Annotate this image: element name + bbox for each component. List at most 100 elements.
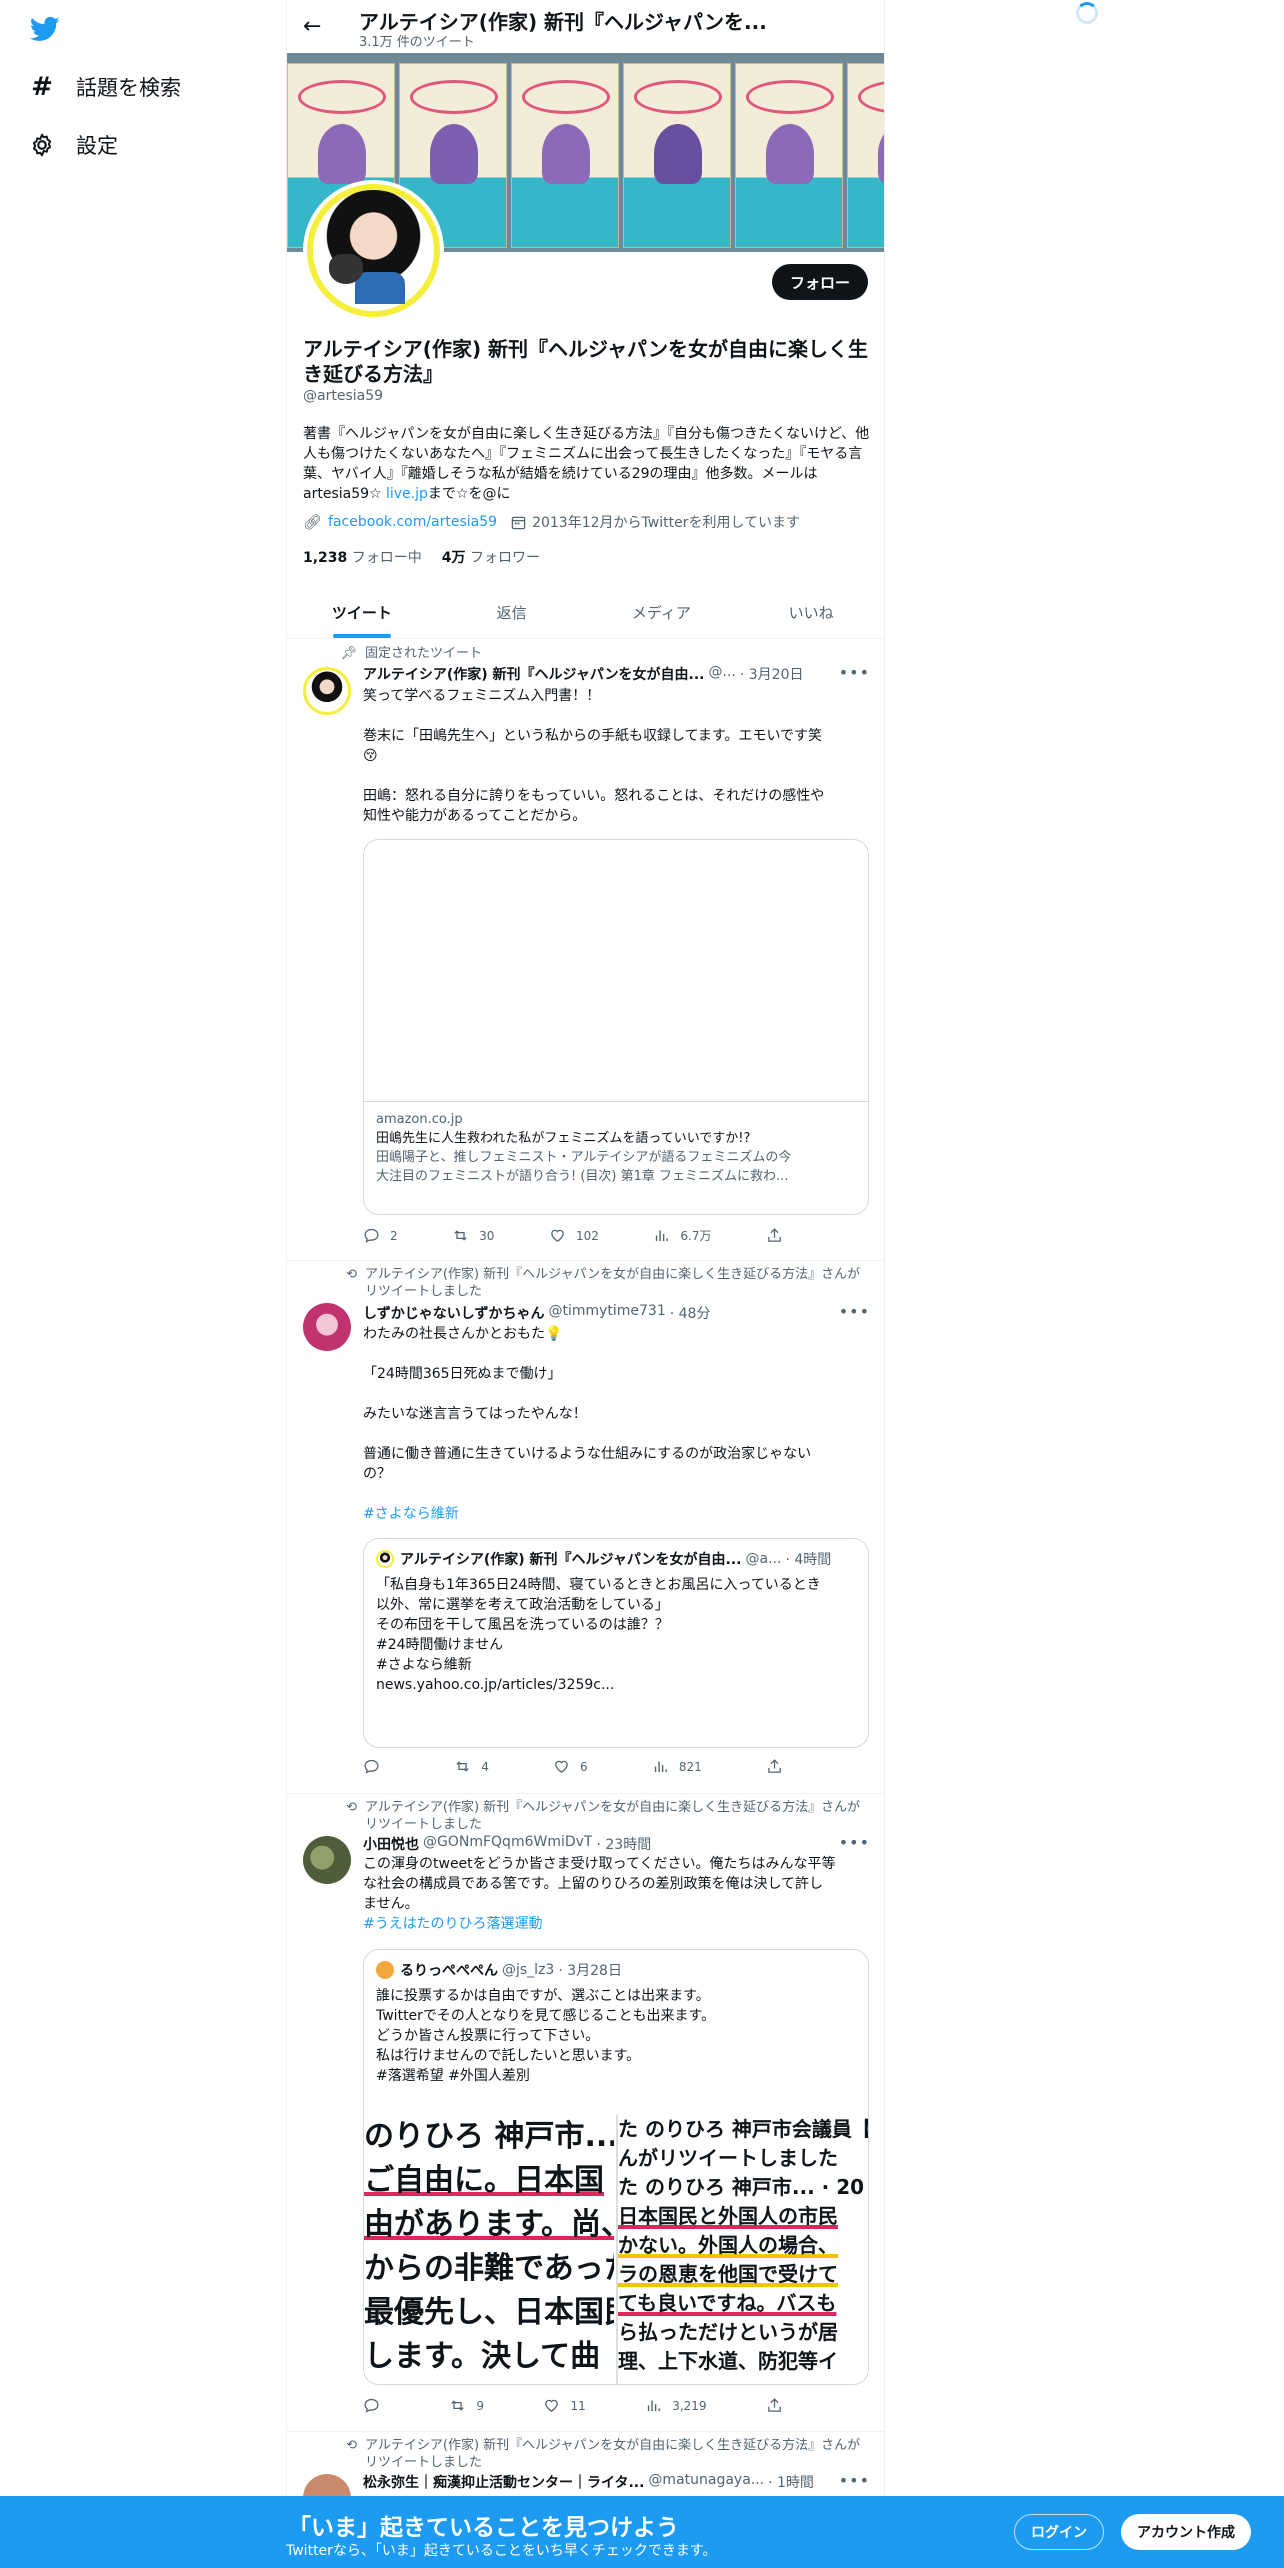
screenshot-text-line: た のりひろ 神戸市会議員【東	[618, 2117, 869, 2141]
followers-stat[interactable]: 4万 フォロワー	[442, 547, 540, 567]
tweet-actions: 2 30 102 6.7万	[363, 1227, 783, 1244]
like-button[interactable]: 102	[549, 1227, 599, 1244]
screenshot-left-panel: のりひろ 神戸市... ご自由に。日本国 由があります。尚、 からの非難であった 最優先…	[364, 2115, 614, 2384]
tweet-author-name[interactable]: しずかじゃないしずかちゃん	[363, 1303, 544, 1323]
link-card[interactable]: amazon.co.jp 田嶋先生に人生救われた私がフェミニズムを語っていいです…	[363, 839, 869, 1215]
text-line[interactable]: #さよなら維新	[363, 1504, 868, 1524]
text-line[interactable]: #落選希望 #外国人差別	[376, 2066, 858, 2086]
tweet-avatar[interactable]	[303, 667, 351, 715]
tweet-author-handle[interactable]: @matunagaya...	[648, 2472, 764, 2492]
tweet-text: わたみの社長さんかとおもた💡 「24時間365日死ぬまで働け」 みたいな迷言言うては…	[363, 1324, 868, 1524]
text-line: 以外、常に選挙を考えて政治活動をしている」	[376, 1597, 669, 1613]
tweet-retweet-1[interactable]: ⟲ アルテイシア(作家) 新刊『ヘルジャパンを女が自由に楽しく生き延びる方法』さ…	[287, 1261, 884, 1794]
tab-likes[interactable]: いいね	[736, 586, 884, 638]
share-icon	[768, 1759, 781, 1773]
like-button[interactable]: 6	[553, 1758, 588, 1775]
text-line: みたいな迷言言うてはったやんな！	[363, 1406, 587, 1422]
website-item[interactable]: 🔗︎ facebook.com/artesia59	[303, 513, 497, 531]
nav-explore[interactable]: # 話題を検索	[28, 72, 181, 102]
more-options-icon[interactable]: •••	[839, 1302, 870, 1321]
tweet-time[interactable]: · 1時間	[768, 2472, 814, 2492]
tab-replies[interactable]: 返信	[437, 586, 587, 638]
tweet-time[interactable]: · 23時間	[596, 1834, 651, 1854]
share-button[interactable]	[766, 1227, 783, 1244]
loading-spinner-icon	[1076, 2, 1098, 24]
screenshot-text-line: かない。外国人の場合、	[618, 2233, 838, 2257]
reply-icon	[364, 2398, 379, 2413]
text-line: 知性や能力があるってことだから。	[363, 808, 587, 824]
tweet-text: この渾身のtweetをどうか皆さま受け取ってください。俺たちはみんな平等 な社会の…	[363, 1854, 868, 1934]
share-button[interactable]	[766, 1758, 783, 1775]
tweet-author-handle[interactable]: @GONmFQqm6WmiDvT	[423, 1834, 592, 1854]
bottom-bar-title: 「いま」起きていることを見つけよう	[288, 2515, 679, 2541]
text-line: 巻末に「田嶋先生へ」という私からの手紙も収録してます。エモいです笑	[363, 728, 823, 744]
analytics-icon	[654, 1761, 667, 1773]
tweet-pinned[interactable]: 📌︎ 固定されたツイート アルテイシア(作家) 新刊『ヘルジャパンを女が自由..…	[287, 639, 884, 1261]
views-stat[interactable]: 3,219	[645, 2397, 707, 2414]
retweet-icon	[454, 1230, 467, 1241]
text-line[interactable]: #うえはたのりひろ落選運動	[363, 1914, 868, 1934]
profile-header-bar: ← アルテイシア(作家) 新刊『ヘルジャパンを... 3.1万 件のツイート	[287, 0, 884, 53]
pin-icon: 📌︎	[340, 646, 357, 661]
reply-button[interactable]	[363, 2397, 390, 2414]
text-line[interactable]: #24時間働けません	[376, 1635, 858, 1655]
tab-tweets[interactable]: ツイート	[287, 586, 437, 638]
quoted-tweet[interactable]: アルテイシア(作家) 新刊『ヘルジャパンを女が自由... @a... · 4時間…	[363, 1538, 869, 1748]
retweet-button[interactable]: 30	[452, 1227, 494, 1244]
text-line[interactable]: #さよなら維新	[376, 1655, 858, 1675]
analytics-icon	[648, 2400, 661, 2412]
quoted-tweet[interactable]: るりっぺぺぺん @js_lz3 · 3月28日 誰に投票するかは自由ですが、選ぶ…	[363, 1949, 869, 2385]
tab-media[interactable]: メディア	[587, 586, 737, 638]
following-stat[interactable]: 1,238 フォロー中	[303, 547, 422, 567]
quote-screenshot-image[interactable]: のりひろ 神戸市... ご自由に。日本国 由があります。尚、 からの非難であった 最優先…	[364, 2115, 869, 2384]
tweet-retweet-2[interactable]: ⟲ アルテイシア(作家) 新刊『ヘルジャパンを女が自由に楽しく生き延びる方法』さ…	[287, 1794, 884, 2432]
reply-button[interactable]	[363, 1758, 390, 1775]
more-options-icon[interactable]: •••	[839, 663, 870, 682]
retweet-button[interactable]: 9	[449, 2397, 484, 2414]
text-line: ません。	[363, 1896, 419, 1912]
follow-button[interactable]: フォロー	[771, 264, 868, 300]
quote-author-handle: @js_lz3	[502, 1962, 555, 1978]
tweet-author-handle[interactable]: @...	[709, 664, 736, 684]
share-button[interactable]	[766, 2397, 783, 2414]
like-button[interactable]: 11	[543, 2397, 586, 2414]
text-line: な社会の構成員である筈です。上留のりひろの差別政策を俺は決して許し	[363, 1876, 824, 1892]
link-card-desc2: 大注目のフェミニストが語り合う! (目次) 第1章 フェミニズムに救わ...	[376, 1169, 789, 1184]
retweet-button[interactable]: 4	[454, 1758, 489, 1775]
tweet-author-name[interactable]: 小田悦也	[363, 1834, 419, 1854]
share-icon	[768, 2398, 781, 2412]
reply-icon	[364, 1228, 379, 1243]
login-button[interactable]: ログイン	[1014, 2514, 1104, 2550]
website-link[interactable]: facebook.com/artesia59	[328, 514, 497, 530]
quote-avatar[interactable]	[376, 1550, 394, 1568]
tweet-author-name[interactable]: 松永弥生｜痴漢抑止活動センター｜ライタ...	[363, 2472, 644, 2492]
text-line[interactable]: news.yahoo.co.jp/articles/3259c...	[376, 1675, 858, 1695]
retweet-context-icon: ⟲	[346, 2438, 357, 2453]
profile-avatar[interactable]	[303, 180, 444, 321]
views-stat[interactable]: 821	[652, 1758, 702, 1775]
tweet-author-handle[interactable]: @timmytime731	[548, 1303, 665, 1323]
more-options-icon[interactable]: •••	[839, 1833, 870, 1852]
back-arrow-icon[interactable]: ←	[303, 14, 321, 39]
views-stat[interactable]: 6.7万	[653, 1227, 711, 1244]
nav-settings[interactable]: 設定	[28, 130, 118, 160]
screenshot-text-line: んがリツイートしました	[618, 2146, 838, 2170]
quote-avatar[interactable]	[376, 1961, 394, 1979]
tweet-header: 松永弥生｜痴漢抑止活動センター｜ライタ... @matunagaya... · …	[363, 2472, 868, 2492]
twitter-logo-icon[interactable]	[28, 14, 62, 44]
screenshot-text-line: 由があります。尚、	[364, 2207, 614, 2242]
bio-link[interactable]: live.jp	[386, 486, 428, 502]
tweet-actions: 9 11 3,219	[363, 2397, 783, 2414]
signup-button[interactable]: アカウント作成	[1121, 2514, 1251, 2550]
tweet-time[interactable]: · 3月20日	[740, 664, 804, 684]
tweet-time[interactable]: · 48分	[670, 1303, 711, 1323]
quote-author-handle: @a...	[745, 1551, 782, 1567]
more-options-icon[interactable]: •••	[839, 2471, 870, 2490]
tweet-text: 笑って学べるフェミニズム入門書！！ 巻末に「田嶋先生へ」という私からの手紙も収録し…	[363, 686, 868, 826]
tweet-author-name[interactable]: アルテイシア(作家) 新刊『ヘルジャパンを女が自由...	[363, 664, 705, 684]
reply-button[interactable]: 2	[363, 1227, 398, 1244]
tweet-avatar[interactable]	[303, 1303, 351, 1351]
text-line: この渾身のtweetをどうか皆さま受け取ってください。俺たちはみんな平等	[363, 1856, 836, 1872]
tweet-avatar[interactable]	[303, 1836, 351, 1884]
screenshot-text-line: 日本国民と外国人の市民	[618, 2204, 838, 2228]
